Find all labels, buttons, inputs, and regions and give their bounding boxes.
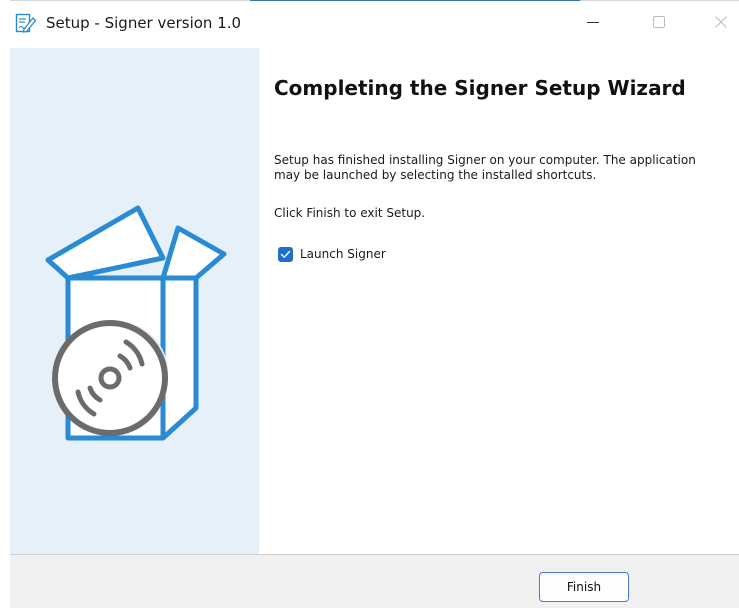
setup-app-icon [15,12,37,34]
close-icon [715,15,727,33]
finished-message: Setup has finished installing Signer on … [274,153,696,182]
close-button[interactable] [698,7,739,41]
minimize-button[interactable] [570,7,616,41]
page-title: Completing the Signer Setup Wizard [274,76,686,100]
minimize-icon [587,15,599,33]
finish-button[interactable]: Finish [539,572,629,602]
checkbox-checked-icon[interactable] [278,246,293,262]
window-title: Setup - Signer version 1.0 [46,14,242,32]
wizard-content: Completing the Signer Setup Wizard Setup… [259,48,739,554]
exit-instruction: Click Finish to exit Setup. [274,206,426,220]
button-bar: Finish [10,555,739,608]
wizard-side-panel [10,48,259,554]
maximize-icon [653,15,665,33]
title-bar[interactable]: Setup - Signer version 1.0 [10,1,739,48]
setup-window: Setup - Signer version 1.0 Completing th… [10,0,739,608]
software-box-disc-icon [45,205,227,441]
launch-signer-checkbox[interactable]: Launch Signer [278,246,386,262]
launch-signer-label[interactable]: Launch Signer [300,247,386,261]
maximize-button[interactable] [636,7,682,41]
